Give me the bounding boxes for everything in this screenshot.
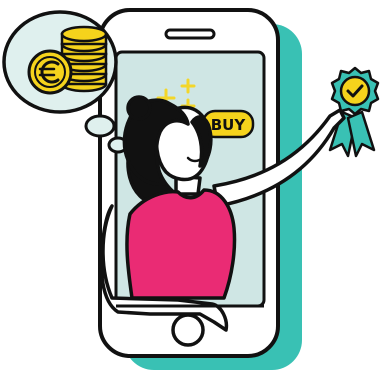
phone-speaker bbox=[164, 28, 216, 40]
buy-label: BUY bbox=[211, 116, 247, 134]
illustration: BUY bbox=[0, 0, 388, 371]
euro-coin-icon bbox=[27, 49, 73, 95]
shopping-illustration: BUY bbox=[2, 8, 380, 370]
thought-bubble-dot-large bbox=[84, 114, 116, 138]
pink-top bbox=[125, 188, 237, 300]
home-button-icon bbox=[171, 313, 205, 347]
hair-bun bbox=[126, 95, 152, 121]
